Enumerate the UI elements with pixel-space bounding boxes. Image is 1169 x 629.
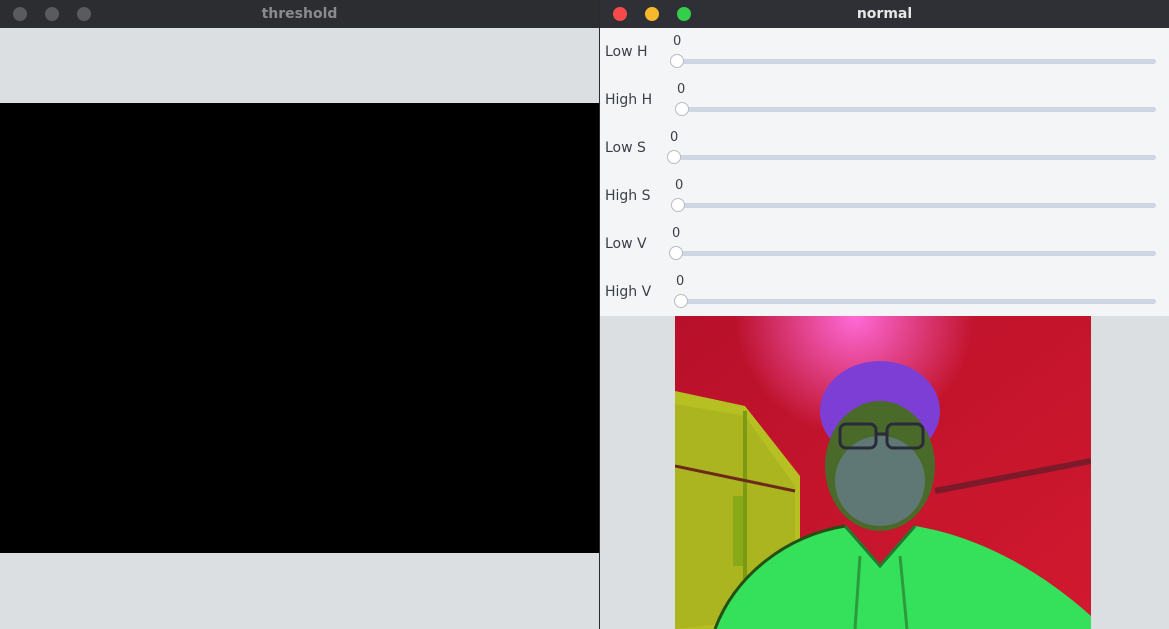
slider-track[interactable] (678, 203, 1156, 208)
threshold-titlebar[interactable]: threshold (0, 0, 599, 28)
slider-handle[interactable] (675, 102, 689, 116)
trackbar-label: Low V (605, 236, 647, 252)
slider-track[interactable] (676, 251, 1156, 256)
trackbar-value: 0 (677, 82, 686, 97)
trackbar-value: 0 (670, 130, 679, 145)
slider-handle[interactable] (670, 54, 684, 68)
trackbar-value: 0 (672, 226, 681, 241)
threshold-image (0, 103, 599, 553)
slider-track[interactable] (680, 299, 1156, 304)
slider-handle[interactable] (667, 150, 681, 164)
slider-track[interactable] (674, 155, 1156, 160)
trackbar-label: Low H (605, 44, 648, 60)
trackbar-high-h: High H 0 (600, 76, 1169, 124)
trackbar-label: Low S (605, 140, 646, 156)
trackbar-label: High H (605, 92, 653, 108)
window-title: threshold (261, 6, 338, 22)
trackbar-panel: Low H 0 High H 0 Low S 0 High S 0 Low V … (600, 28, 1169, 316)
trackbar-high-v: High V 0 (600, 268, 1169, 316)
threshold-bottom-padding (0, 553, 599, 629)
slider-track[interactable] (677, 59, 1156, 64)
trackbar-value: 0 (673, 34, 682, 49)
trackbar-label: High S (605, 188, 651, 204)
camera-area (600, 316, 1169, 629)
trackbar-label: High V (605, 284, 652, 300)
trackbar-low-h: Low H 0 (600, 28, 1169, 76)
hsv-camera-image (675, 316, 1091, 629)
slider-handle[interactable] (669, 246, 683, 260)
slider-handle[interactable] (674, 294, 688, 308)
threshold-window: threshold (0, 0, 599, 629)
trackbar-value: 0 (676, 274, 685, 289)
trackbar-value: 0 (675, 178, 684, 193)
trackbar-low-s: Low S 0 (600, 124, 1169, 172)
trackbar-low-v: Low V 0 (600, 220, 1169, 268)
camera-scene (675, 316, 1091, 629)
trackbar-high-s: High S 0 (600, 172, 1169, 220)
slider-track[interactable] (681, 107, 1156, 112)
normal-titlebar[interactable]: normal (600, 0, 1169, 28)
normal-window: normal Low H 0 High H 0 Low S 0 High S 0 (599, 0, 1169, 629)
window-title: normal (856, 6, 913, 22)
slider-handle[interactable] (671, 198, 685, 212)
threshold-top-padding (0, 28, 599, 103)
